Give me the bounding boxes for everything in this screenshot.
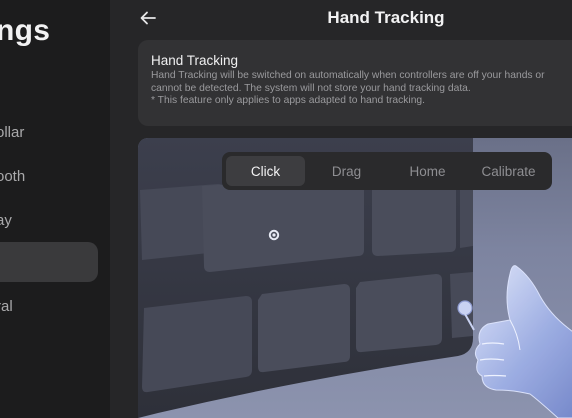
tab-home[interactable]: Home <box>388 156 467 186</box>
sidebar-item-label: ral <box>0 297 13 315</box>
panel <box>356 274 442 353</box>
sidebar-item-3[interactable]: ooth <box>0 156 98 196</box>
info-card: Hand Tracking Hand Tracking will be swit… <box>138 40 572 126</box>
panel <box>258 284 350 373</box>
tab-click[interactable]: Click <box>226 156 305 186</box>
sidebar-item-label: ooth <box>0 167 26 185</box>
page-title: Hand Tracking <box>327 8 445 27</box>
tab-calibrate[interactable]: Calibrate <box>469 156 548 186</box>
hand-tracking-demo: Click Drag Home Calibrate <box>138 138 572 418</box>
panel <box>202 176 364 272</box>
sidebar-item-4[interactable]: ay <box>0 200 98 240</box>
main-panel: Hand Tracking Hand Tracking Hand Trackin… <box>110 0 572 418</box>
sidebar-title: ngs <box>0 14 51 47</box>
sidebar-item-2[interactable]: ollar <box>0 112 98 152</box>
hand-icon <box>464 265 572 418</box>
sidebar-item-label: ay <box>0 211 12 229</box>
info-description-line: cannot be detected. The system will not … <box>151 82 471 94</box>
sidebar-item-hand-tracking[interactable] <box>0 242 98 282</box>
tab-drag[interactable]: Drag <box>307 156 386 186</box>
gesture-tabs: Click Drag Home Calibrate <box>222 152 552 190</box>
sidebar-item-label: ollar <box>0 123 25 141</box>
sidebar-item-1[interactable]: l <box>0 68 98 108</box>
info-note: * This feature only applies to apps adap… <box>151 95 426 106</box>
sidebar: ngs l ollar ooth ay ral <box>0 0 110 418</box>
sidebar-item-6[interactable]: ral <box>0 286 98 326</box>
panel <box>142 296 252 393</box>
info-description-line: Hand Tracking will be switched on automa… <box>151 70 545 81</box>
info-title: Hand Tracking <box>151 53 239 68</box>
pinch-point-icon <box>457 300 473 316</box>
